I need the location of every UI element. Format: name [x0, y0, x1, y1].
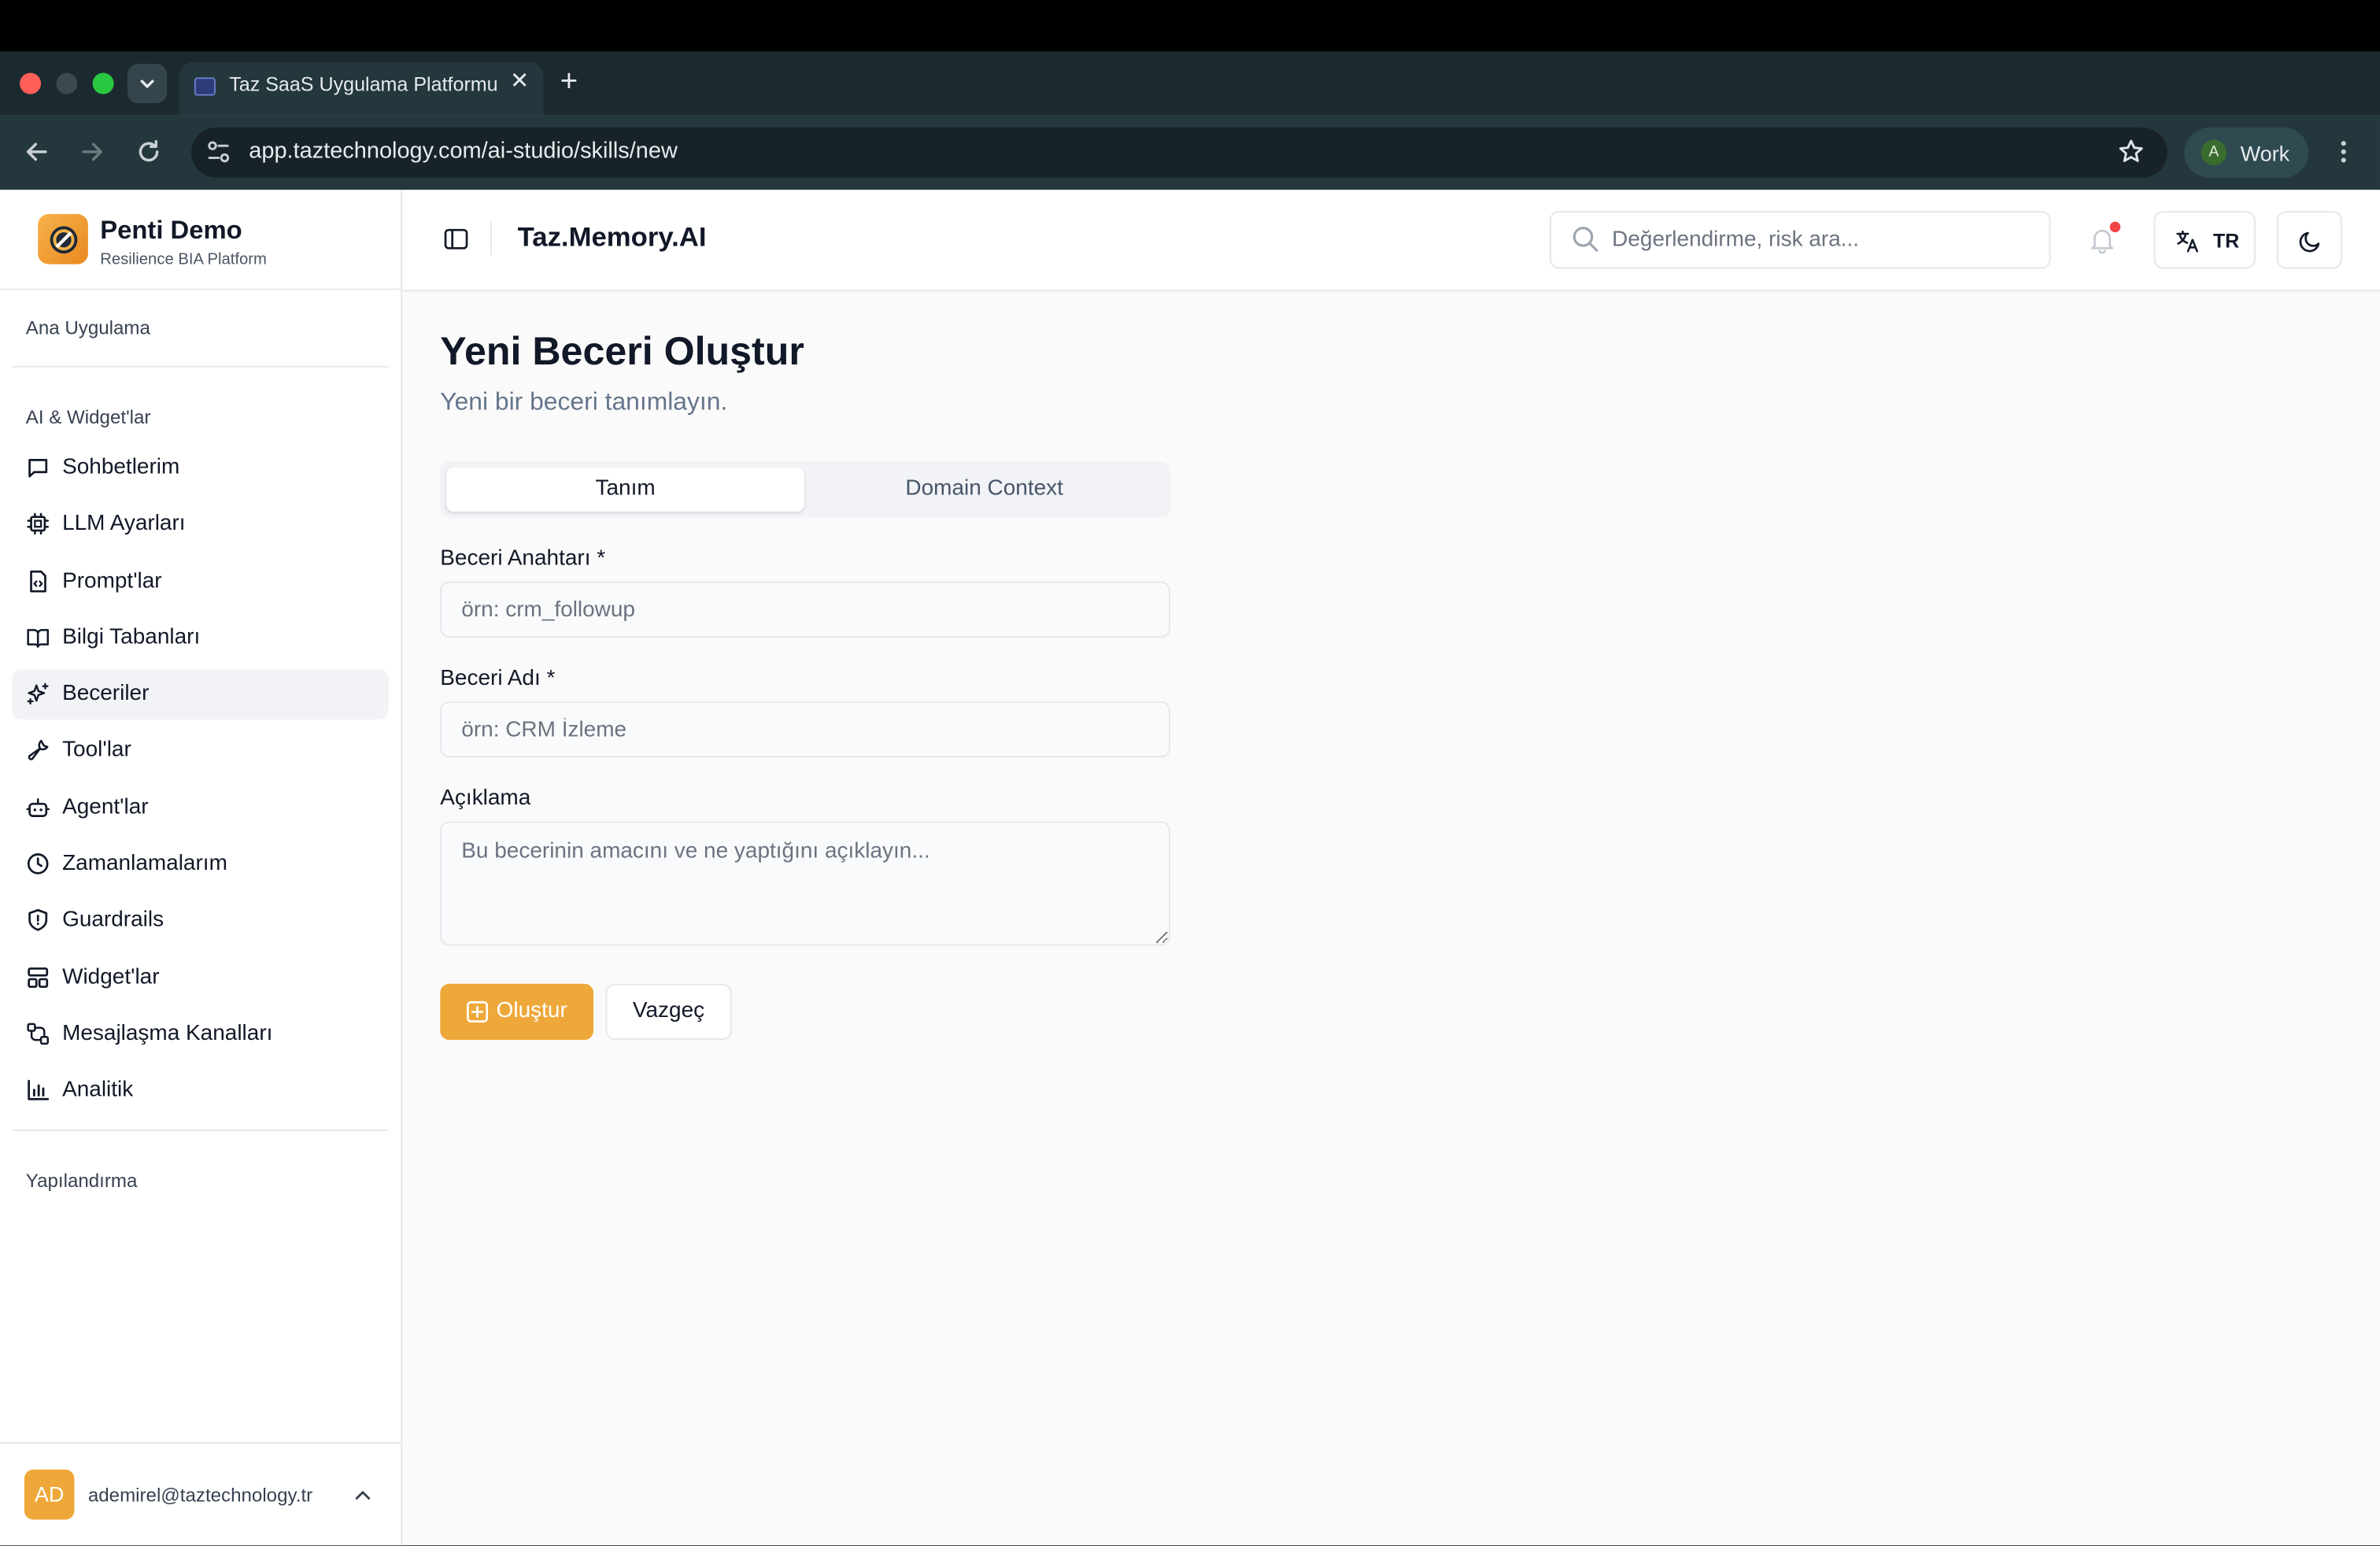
shield-icon [28, 908, 48, 931]
sidebar-item-label: Mesajlaşma Kanalları [62, 1021, 273, 1046]
layout-icon [28, 967, 49, 988]
os-top-bar [0, 0, 2380, 52]
sidebar-item-mesajlasma-kanallari[interactable]: Mesajlaşma Kanalları [12, 1009, 388, 1060]
reload-icon[interactable] [135, 138, 163, 165]
skill-key-input[interactable] [440, 581, 1170, 638]
create-button[interactable]: Oluştur [440, 983, 594, 1041]
theme-toggle-button[interactable] [2276, 211, 2342, 269]
brand-subtitle: Resilience BIA Platform [100, 250, 267, 269]
sidebar-item-sohbetlerim[interactable]: Sohbetlerim [12, 443, 388, 494]
skill-name-label: Beceri Adı * [440, 666, 556, 691]
bookmark-star-icon[interactable] [2117, 138, 2145, 165]
forward-arrow-icon[interactable] [79, 138, 106, 165]
profile-avatar: A [2201, 139, 2227, 166]
tab-favicon-icon [194, 77, 216, 96]
cancel-button[interactable]: Vazgeç [605, 983, 732, 1041]
chevron-up-icon[interactable] [352, 1485, 373, 1506]
search-icon [1572, 227, 1598, 252]
sidebar-toggle-icon[interactable] [443, 226, 469, 252]
brand-logo-icon [49, 225, 77, 253]
sidebar-item-widgetlar[interactable]: Widget'lar [12, 953, 388, 1004]
back-arrow-icon[interactable] [23, 138, 50, 165]
brand-logo [38, 213, 88, 264]
sidebar-divider [12, 1129, 389, 1131]
section-label-ai[interactable]: AI & Widget'lar [26, 407, 151, 428]
workflow-icon [27, 1023, 50, 1045]
sidebar-item-label: Bilgi Tabanları [62, 625, 201, 650]
tab-domain-context[interactable]: Domain Context [804, 468, 1164, 512]
bar-chart-icon [28, 1079, 50, 1100]
browser-menu-icon[interactable] [2333, 138, 2354, 165]
sidebar-item-label: Beceriler [62, 681, 150, 706]
language-switcher-button[interactable]: TR [2153, 211, 2256, 269]
sidebar-item-llm-ayarlari[interactable]: LLM Ayarları [12, 499, 388, 549]
sidebar-item-label: Widget'lar [62, 965, 160, 990]
section-label-config[interactable]: Yapılandırma [26, 1171, 138, 1192]
browser-tab-active[interactable]: Taz SaaS Uygulama Platformu ✕ [179, 62, 544, 116]
book-open-icon [27, 629, 50, 648]
sidebar-item-bilgi-tabanlari[interactable]: Bilgi Tabanları [12, 613, 388, 664]
wrench-icon [28, 739, 49, 760]
bot-icon [26, 798, 50, 817]
sidebar-item-analitik[interactable]: Analitik [12, 1066, 388, 1116]
clock-icon [27, 853, 49, 875]
sidebar-item-agentlar[interactable]: Agent'lar [12, 783, 388, 834]
brand-title: Penti Demo [100, 215, 242, 245]
sidebar-item-label: Tool'lar [62, 738, 131, 763]
window-maximize-button[interactable] [92, 72, 114, 94]
user-avatar[interactable]: AD [24, 1469, 75, 1520]
sidebar-item-promptlar[interactable]: Prompt'lar [12, 557, 388, 608]
notification-dot [2109, 221, 2121, 233]
sidebar-item-label: Prompt'lar [62, 569, 162, 594]
translate-icon [2176, 230, 2198, 253]
form-tabs: Tanım Domain Context [440, 461, 1170, 518]
site-settings-icon[interactable] [205, 138, 232, 165]
page-subtitle: Yeni bir beceri tanımlayın. [440, 388, 728, 416]
sidebar-item-beceriler[interactable]: Beceriler [12, 669, 389, 720]
new-tab-button[interactable]: + [560, 67, 578, 98]
sidebar-item-zamanlamalarim[interactable]: Zamanlamalarım [12, 839, 388, 890]
sidebar-divider [0, 1442, 401, 1444]
description-label: Açıklama [440, 786, 531, 811]
language-label: TR [2212, 229, 2240, 253]
app-window: Taz SaaS Uygulama Platformu ✕ + app.tazt… [0, 0, 2380, 1546]
user-email[interactable]: ademirel@taztechnology.tr [88, 1485, 312, 1506]
profile-button[interactable]: A Work [2184, 127, 2309, 178]
message-square-icon [28, 459, 48, 478]
sidebar-item-label: Guardrails [62, 908, 164, 933]
plus-square-icon [467, 1000, 489, 1023]
address-url[interactable]: app.taztechnology.com/ai-studio/skills/n… [249, 138, 678, 164]
skill-key-label: Beceri Anahtarı * [440, 546, 606, 571]
tab-search-button[interactable] [127, 63, 168, 104]
tab-close-icon[interactable]: ✕ [510, 70, 529, 93]
chevron-down-icon [140, 80, 154, 88]
create-button-label: Oluştur [496, 998, 567, 1023]
sidebar-item-toollar[interactable]: Tool'lar [12, 726, 388, 776]
sidebar-item-label: Agent'lar [62, 795, 149, 820]
moon-icon [2299, 231, 2320, 253]
skill-name-input[interactable] [440, 701, 1170, 758]
section-label-main[interactable]: Ana Uygulama [26, 317, 150, 338]
description-textarea[interactable] [440, 821, 1170, 946]
sidebar-item-label: LLM Ayarları [62, 511, 186, 536]
sidebar-divider [0, 288, 401, 290]
sidebar-divider [12, 365, 389, 368]
profile-label: Work [2240, 141, 2290, 166]
file-code-icon [30, 570, 46, 593]
search-input[interactable] [1612, 226, 2022, 254]
sparkles-icon [27, 682, 49, 705]
sidebar-item-label: Zamanlamalarım [62, 851, 227, 876]
header-separator [490, 221, 492, 255]
sidebar-item-label: Analitik [62, 1078, 134, 1103]
tab-tanim[interactable]: Tanım [445, 467, 805, 512]
cpu-icon [27, 512, 50, 535]
page-title: Yeni Beceri Oluştur [440, 327, 804, 374]
app-title: Taz.Memory.AI [517, 221, 707, 253]
window-minimize-button[interactable] [56, 72, 78, 94]
sidebar-item-guardrails[interactable]: Guardrails [12, 896, 388, 946]
sidebar-item-label: Sohbetlerim [62, 455, 180, 480]
browser-tab-title: Taz SaaS Uygulama Platformu [229, 72, 498, 96]
window-close-button[interactable] [20, 72, 42, 94]
